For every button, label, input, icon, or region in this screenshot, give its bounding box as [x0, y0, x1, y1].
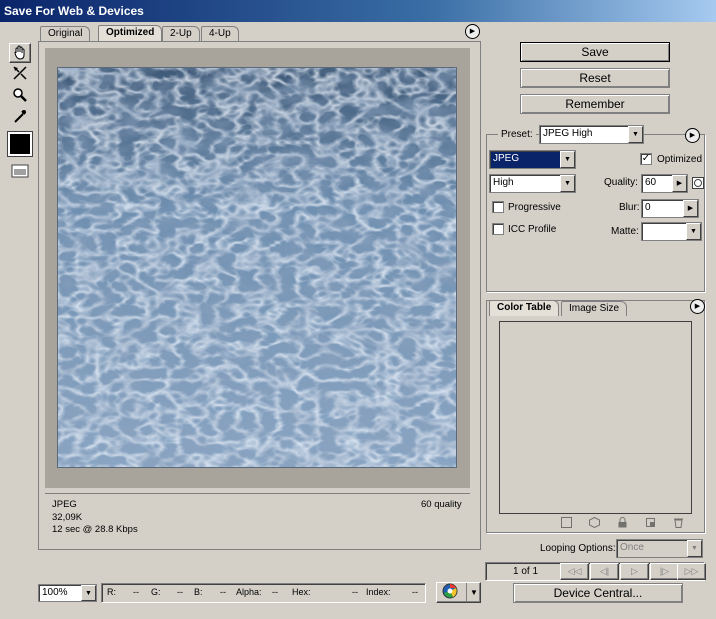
- blur-input[interactable]: 0 ▶: [641, 199, 699, 218]
- preset-value: JPEG High: [543, 128, 593, 139]
- optimized-image[interactable]: [57, 67, 457, 468]
- reset-button[interactable]: Reset: [520, 68, 670, 88]
- chevron-right-icon[interactable]: ▶: [683, 200, 698, 217]
- quality-label: Quality:: [604, 177, 638, 188]
- save-button[interactable]: Save: [520, 42, 670, 62]
- b-label: B:: [194, 587, 203, 597]
- looping-options-select[interactable]: Once ▼: [616, 539, 703, 558]
- settings-menu-button[interactable]: ▶: [685, 128, 700, 143]
- preview-menu-button[interactable]: ▶: [465, 24, 480, 39]
- progressive-checkbox[interactable]: [492, 201, 504, 213]
- map-transparency-icon[interactable]: [561, 517, 572, 529]
- first-frame-button[interactable]: ◁◁: [560, 563, 589, 580]
- toggle-slices-icon: [11, 164, 29, 181]
- info-quality: 60 quality: [421, 499, 462, 510]
- web-shift-icon[interactable]: [589, 516, 600, 529]
- hex-value: --: [352, 587, 358, 597]
- optimized-checkbox[interactable]: ✓: [640, 153, 652, 165]
- trash-icon[interactable]: [673, 517, 684, 529]
- new-color-icon[interactable]: [645, 517, 656, 529]
- preset-label: Preset:: [498, 129, 536, 140]
- quality-input[interactable]: 60 ▶: [641, 174, 688, 193]
- color-table-actions: [561, 516, 691, 529]
- matte-select[interactable]: ▼: [641, 222, 702, 241]
- chevron-down-icon: ▼: [686, 223, 701, 240]
- chevron-down-icon: ▼: [628, 126, 643, 143]
- zoom-tool[interactable]: [9, 86, 31, 106]
- remember-button[interactable]: Remember: [520, 94, 670, 114]
- tab-original[interactable]: Original: [40, 26, 91, 42]
- hand-icon: [12, 44, 28, 63]
- icc-profile-checkbox[interactable]: [492, 223, 504, 235]
- browser-preview-button[interactable]: ▼: [436, 582, 481, 603]
- quality-preset-value: High: [493, 177, 514, 188]
- play-button[interactable]: ▷: [620, 563, 649, 580]
- progressive-label: Progressive: [508, 202, 561, 213]
- slice-select-icon: [12, 65, 28, 84]
- frame-counter: 1 of 1: [513, 566, 539, 577]
- tab-4up[interactable]: 4-Up: [201, 26, 239, 42]
- chevron-down-icon: ▼: [560, 175, 575, 192]
- browser-preview-icon: [442, 583, 458, 602]
- tab-2up[interactable]: 2-Up: [162, 26, 200, 42]
- blur-value: 0: [645, 202, 651, 213]
- hand-tool[interactable]: [9, 43, 31, 63]
- zoom-select[interactable]: 100% ▼: [38, 584, 97, 602]
- b-value: --: [220, 587, 226, 597]
- info-format: JPEG: [52, 499, 77, 510]
- info-download-time: 12 sec @ 28.8 Kbps: [52, 524, 138, 535]
- toggle-slices-button[interactable]: [9, 162, 31, 182]
- chevron-down-icon[interactable]: ▼: [466, 583, 481, 602]
- chevron-right-icon[interactable]: ▶: [672, 175, 687, 192]
- image-info-panel: [45, 493, 470, 543]
- quality-preset-select[interactable]: High ▼: [489, 174, 576, 193]
- g-value: --: [177, 587, 183, 597]
- tab-image-size[interactable]: Image Size: [561, 301, 628, 316]
- hex-label: Hex:: [292, 587, 311, 597]
- zoom-icon: [12, 87, 28, 106]
- color-table-grid[interactable]: [499, 321, 692, 514]
- info-file-size: 32,09K: [52, 512, 83, 523]
- matte-label: Matte:: [611, 226, 639, 237]
- window-title: Save For Web & Devices: [0, 0, 716, 22]
- eyedropper-icon: [12, 108, 28, 127]
- chevron-down-icon: ▼: [687, 540, 702, 557]
- chevron-down-icon: ▼: [81, 585, 96, 601]
- eyedropper-color-swatch[interactable]: [7, 131, 33, 157]
- optimized-label: Optimized: [657, 154, 703, 165]
- previous-frame-button[interactable]: ◁|: [590, 563, 619, 580]
- alpha-label: Alpha:: [236, 587, 262, 597]
- format-select[interactable]: JPEG ▼: [489, 150, 576, 169]
- tab-optimized[interactable]: Optimized: [98, 25, 163, 42]
- r-value: --: [133, 587, 139, 597]
- menu-arrow-icon: ▶: [469, 28, 476, 35]
- quality-mask-button[interactable]: [692, 177, 704, 189]
- color-table-menu-button[interactable]: ▶: [690, 299, 705, 314]
- chevron-down-icon: ▼: [560, 151, 575, 168]
- blur-label: Blur:: [619, 202, 640, 213]
- index-label: Index:: [366, 587, 391, 597]
- alpha-value: --: [272, 587, 278, 597]
- lock-color-icon[interactable]: [617, 517, 628, 529]
- preset-select[interactable]: JPEG High ▼: [539, 125, 644, 144]
- device-central-button[interactable]: Device Central...: [513, 583, 683, 603]
- menu-arrow-icon: ▶: [689, 132, 696, 139]
- r-label: R:: [107, 587, 116, 597]
- menu-arrow-icon: ▶: [694, 303, 701, 310]
- looping-options-label: Looping Options:: [540, 543, 616, 554]
- index-value: --: [412, 587, 418, 597]
- last-frame-button[interactable]: ▷▷: [677, 563, 706, 580]
- looping-value: Once: [620, 542, 644, 553]
- eyedropper-tool[interactable]: [9, 107, 31, 127]
- next-frame-button[interactable]: |▷: [650, 563, 679, 580]
- g-label: G:: [151, 587, 161, 597]
- format-value: JPEG: [493, 153, 520, 164]
- quality-value: 60: [645, 177, 657, 188]
- icc-profile-label: ICC Profile: [508, 224, 557, 235]
- zoom-value: 100%: [42, 587, 68, 598]
- tab-color-table[interactable]: Color Table: [489, 300, 560, 316]
- slice-select-tool[interactable]: [9, 64, 31, 84]
